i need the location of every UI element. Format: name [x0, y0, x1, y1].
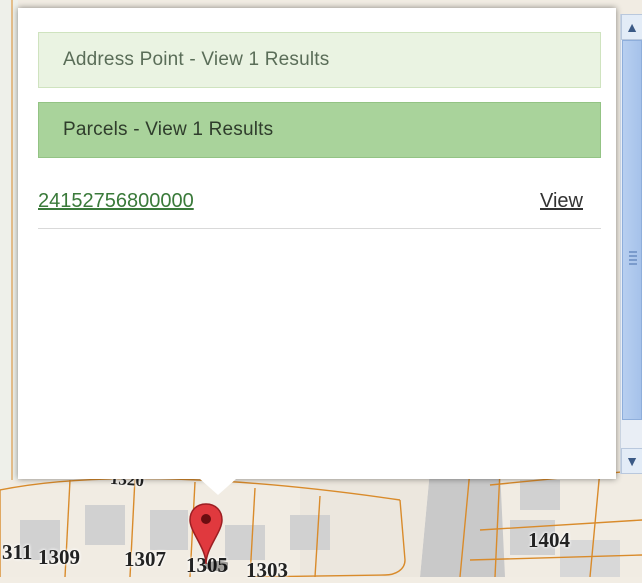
- popup-pointer: [200, 479, 236, 495]
- chevron-down-icon: ▼: [625, 453, 639, 469]
- address-point-section-header[interactable]: Address Point - View 1 Results: [38, 32, 601, 88]
- map-parcel-label: 1303: [246, 558, 288, 582]
- grip-icon: [629, 251, 637, 265]
- map-parcel-label: 1309: [38, 545, 80, 569]
- identify-results-popup: Address Point - View 1 Results Parcels -…: [18, 8, 616, 479]
- parcel-id-link[interactable]: 24152756800000: [38, 190, 194, 213]
- map-parcel-label: 1307: [124, 547, 166, 571]
- scroll-thumb[interactable]: [622, 40, 642, 420]
- map-parcel-label: 1404: [528, 528, 570, 552]
- map-parcel-label: 311: [2, 540, 33, 564]
- view-link[interactable]: View: [540, 190, 583, 213]
- scroll-up-button[interactable]: ▲: [621, 14, 642, 40]
- popup-scrollbar[interactable]: ▲ ▼: [620, 14, 642, 474]
- parcels-section-header[interactable]: Parcels - View 1 Results: [38, 102, 601, 158]
- chevron-up-icon: ▲: [625, 19, 639, 35]
- address-point-section-label: Address Point - View 1 Results: [63, 49, 330, 70]
- result-row: 24152756800000 View: [38, 184, 601, 229]
- parcels-section-label: Parcels - View 1 Results: [63, 119, 274, 140]
- map-marker-icon[interactable]: [188, 500, 228, 580]
- scroll-down-button[interactable]: ▼: [621, 448, 642, 474]
